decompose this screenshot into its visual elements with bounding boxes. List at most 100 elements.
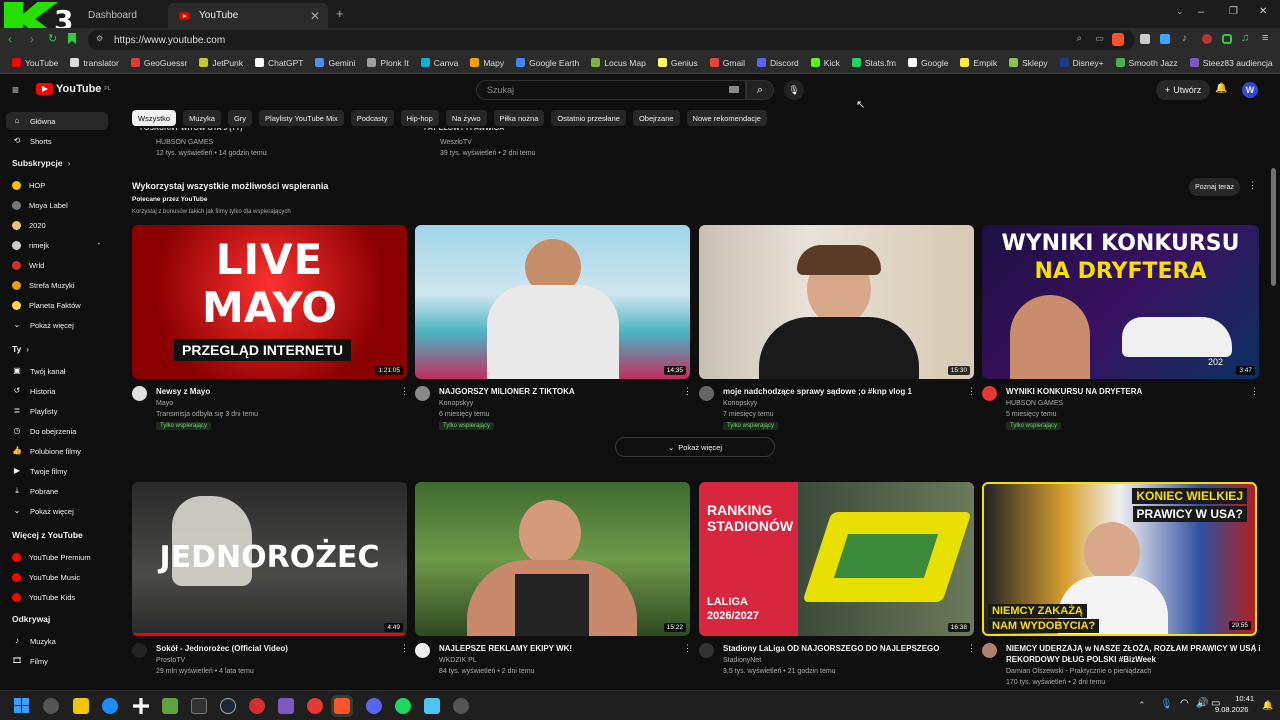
channel-avatar[interactable] xyxy=(982,386,997,401)
channel-name[interactable]: StadionyNet xyxy=(723,657,761,664)
search-input[interactable]: Szukaj xyxy=(476,80,746,100)
filter-chip[interactable]: Wszystko xyxy=(132,110,177,126)
bookmark-icon[interactable] xyxy=(68,33,76,44)
create-button[interactable]: + Utwórz xyxy=(1156,80,1211,100)
video-title[interactable]: FAT ELOWY I FAWWIGA xyxy=(424,128,504,133)
keyboard-icon[interactable] xyxy=(729,86,739,93)
video-title[interactable]: Stadiony LaLiga OD NAJGORSZEGO DO NAJLEP… xyxy=(723,644,939,653)
video-menu-icon[interactable]: ⋮ xyxy=(400,643,409,654)
sidebar-section-header[interactable]: Ty › xyxy=(12,344,29,354)
sidebar-item[interactable]: ⌄ Pokaż więcej xyxy=(6,316,108,334)
bookmark-item[interactable]: Kick xyxy=(805,58,846,68)
filter-chip[interactable]: Piłka nożna xyxy=(493,110,545,126)
filter-chip[interactable]: Muzyka xyxy=(183,110,221,126)
learn-more-button[interactable]: Poznaj teraz xyxy=(1189,178,1240,196)
channel-name[interactable]: Konopskyy xyxy=(439,400,473,407)
video-title[interactable]: NIEMCY UDERZAJĄ w NASZE ZŁOŻA, ROZŁAM PR… xyxy=(1006,644,1261,653)
video-thumbnail[interactable]: 14:35 xyxy=(415,225,690,379)
brave-shield-icon[interactable] xyxy=(1112,33,1124,46)
bookmark-item[interactable]: Empik xyxy=(954,58,1003,68)
notifications-bell-icon[interactable]: 🔔 xyxy=(1215,83,1227,94)
video-title[interactable]: WYNIKI KONKURSU NA DRYFTERA xyxy=(1006,387,1142,396)
record-extension-icon[interactable] xyxy=(1202,34,1212,44)
minimize-icon[interactable]: – xyxy=(1198,6,1204,18)
sidebar-item[interactable]: YouTube Premium xyxy=(6,548,108,566)
video-thumbnail[interactable]: KONIEC WIELKIEJ PRAWICY W USA? NIEMCY ZAKA… xyxy=(982,482,1257,636)
url-field[interactable]: ⚙ https://www.youtube.com ⌕ ▭ ☆ xyxy=(88,30,1134,50)
spotify-icon[interactable] xyxy=(395,698,411,714)
video-thumbnail[interactable]: RANKING STADIONÓW LALIGA 2026/2027 16:38 xyxy=(699,482,974,636)
bookmark-item[interactable]: Stats.fm xyxy=(846,58,902,68)
extension-icon[interactable] xyxy=(1140,34,1150,44)
sidebar-item[interactable]: ▣ Twój kanał xyxy=(6,362,108,380)
filter-chip[interactable]: Gry xyxy=(227,110,253,126)
roblox-icon[interactable] xyxy=(191,698,207,714)
clock-date[interactable]: 9.08.2026 xyxy=(1215,705,1248,714)
filter-chip[interactable]: Obejrzane xyxy=(632,110,680,126)
channel-name[interactable]: HUBSON GAMES xyxy=(1006,400,1063,407)
video-menu-icon[interactable]: ⋮ xyxy=(967,643,976,654)
minecraft-icon[interactable] xyxy=(162,698,178,714)
epic-record-icon[interactable] xyxy=(249,698,265,714)
sidebar-item[interactable]: ↺ Historia xyxy=(6,382,108,400)
tab-list-chevron-icon[interactable]: ⌄ xyxy=(1176,6,1184,17)
sidebar-item[interactable]: ⌄ Pokaż więcej xyxy=(6,502,108,520)
sidebar-item[interactable]: ♪ Muzyka xyxy=(6,632,108,650)
bookmark-item[interactable]: Disney+ xyxy=(1054,58,1110,68)
bookmark-item[interactable]: translator xyxy=(64,58,124,68)
zoom-icon[interactable]: ⌕ xyxy=(1076,33,1082,44)
sidebar-item[interactable]: YouTube Music xyxy=(6,568,108,586)
reload-icon[interactable]: ↻ xyxy=(48,32,57,45)
channel-avatar[interactable] xyxy=(132,643,147,658)
steam-icon[interactable] xyxy=(220,698,236,714)
channel-avatar[interactable] xyxy=(415,643,430,658)
video-title[interactable]: I OSKURNY WITOW OTA 9 (TT) xyxy=(140,128,242,133)
sidebar-item[interactable]: rimejk • xyxy=(6,236,108,254)
bookmark-item[interactable]: Genius xyxy=(652,58,704,68)
page-scrollbar[interactable] xyxy=(1271,168,1276,286)
notification-center-icon[interactable]: 🔔 xyxy=(1262,700,1273,711)
video-menu-icon[interactable]: ⋮ xyxy=(1250,386,1259,397)
channel-name[interactable]: Damian Olszewski - Praktycznie o pieniąd… xyxy=(1006,668,1151,675)
video-menu-icon[interactable]: ⋮ xyxy=(400,386,409,397)
sidebar-item[interactable]: ◷ Do obejrzenia xyxy=(6,422,108,440)
video-title[interactable]: moje nadchodzące sprawy sądowe ;o #knp v… xyxy=(723,387,912,396)
filter-chip[interactable]: Podcasty xyxy=(350,110,394,126)
sidebar-item[interactable]: ⤓ Pobrane xyxy=(6,482,108,500)
bookmark-item[interactable]: Gemini xyxy=(309,58,361,68)
close-tab-icon[interactable]: ✕ xyxy=(310,9,320,23)
channel-avatar[interactable] xyxy=(699,386,714,401)
brave-taskbar-icon[interactable] xyxy=(331,695,353,717)
audio-extension-icon[interactable]: ♪ xyxy=(1182,33,1187,44)
sidebar-section-header[interactable]: Subskrypcje › xyxy=(12,158,70,168)
capcut-icon[interactable] xyxy=(133,698,149,714)
sidebar-item[interactable]: Wrld xyxy=(6,256,108,274)
sidebar-section-header[interactable]: Odkrywaj xyxy=(12,614,50,624)
forward-icon[interactable]: › xyxy=(30,32,34,46)
video-thumbnail[interactable]: WYNIKI KONKURSU NA DRYFTERA 202 3:47 xyxy=(982,225,1259,379)
video-thumbnail[interactable]: 15:22 xyxy=(415,482,690,636)
file-explorer-icon[interactable] xyxy=(73,698,89,714)
guide-menu-icon[interactable]: ≡ xyxy=(12,83,19,97)
search-button[interactable]: ⌕ xyxy=(746,80,774,100)
bookmark-item[interactable]: Locus Map xyxy=(585,58,652,68)
tab-dashboard[interactable]: Dashboard xyxy=(80,3,168,28)
video-title[interactable]: NAJGORSZY MILIONER Z TIKTOKA xyxy=(439,387,575,396)
tray-chevron-icon[interactable]: ⌃ xyxy=(1138,700,1146,711)
video-title[interactable]: Sokół - Jednorożec (Official Video) xyxy=(156,644,288,653)
avatar[interactable]: W xyxy=(1242,82,1258,98)
maximize-icon[interactable]: ❐ xyxy=(1229,6,1238,17)
back-icon[interactable]: ‹ xyxy=(8,32,12,46)
bookmark-item[interactable]: Mapy xyxy=(464,58,510,68)
anydesk-icon[interactable] xyxy=(307,698,323,714)
bookmark-item[interactable]: Sklepy xyxy=(1003,58,1054,68)
filter-chip[interactable]: Ostatnio przesłane xyxy=(551,110,626,126)
sidebar-item[interactable]: 🎞 Filmy xyxy=(6,652,108,670)
channel-name[interactable]: Konopskyy xyxy=(723,400,757,407)
video-menu-icon[interactable]: ⋮ xyxy=(683,643,692,654)
bookmark-item[interactable]: Canva xyxy=(415,58,465,68)
sidebar-item[interactable]: ⌂ Główna xyxy=(6,112,108,130)
bookmark-item[interactable]: Discord xyxy=(751,58,805,68)
notepad-icon[interactable] xyxy=(424,698,440,714)
sidebar-item[interactable]: Moya Label xyxy=(6,196,108,214)
